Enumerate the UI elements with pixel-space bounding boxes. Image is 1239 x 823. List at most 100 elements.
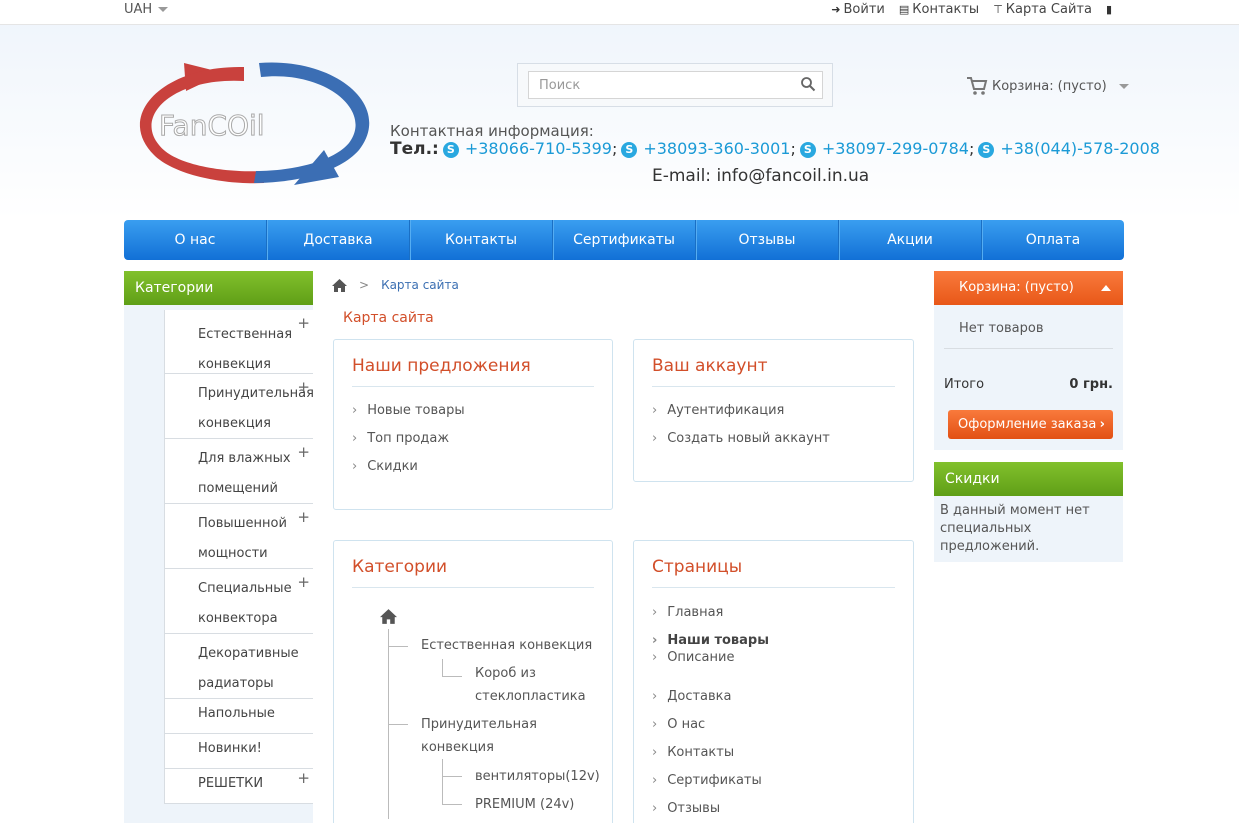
- sidebar-item-label: мощности: [198, 546, 268, 561]
- phone-number[interactable]: +38(044)-578-2008: [1000, 139, 1160, 158]
- pages-link[interactable]: › Наши товары: [652, 633, 769, 648]
- tree-item[interactable]: Принудительная: [421, 717, 537, 732]
- top-bar: UAH ➜ Войти ▤ Контакты ⊤ Карта Сайта ▮: [0, 0, 1239, 25]
- email-address[interactable]: info@fancoil.in.ua: [716, 166, 869, 186]
- pages-link[interactable]: › Сертификаты: [652, 773, 762, 788]
- expand-plus-icon[interactable]: +: [297, 443, 310, 461]
- nav-item-delivery[interactable]: Доставка: [267, 220, 410, 260]
- skype-icon: S: [442, 142, 459, 158]
- account-link[interactable]: › Аутентификация: [652, 403, 784, 418]
- site-logo[interactable]: FanCOil: [124, 55, 379, 195]
- bookmark-link[interactable]: ▮: [1106, 2, 1115, 17]
- home-icon[interactable]: [380, 609, 397, 624]
- nav-item-promotions[interactable]: Акции: [839, 220, 982, 260]
- login-link[interactable]: ➜ Войти: [831, 2, 885, 17]
- caret-down-icon: [158, 7, 169, 12]
- cart-icon: [967, 77, 988, 95]
- chevron-right-icon: ›: [352, 431, 358, 446]
- divider: [652, 386, 895, 387]
- top-links: ➜ Войти ▤ Контакты ⊤ Карта Сайта ▮: [831, 2, 1115, 17]
- chevron-right-icon: ›: [652, 801, 658, 816]
- expand-plus-icon[interactable]: +: [297, 378, 310, 396]
- breadcrumb: > Карта сайта: [332, 278, 459, 292]
- nav-item-certificates[interactable]: Сертификаты: [553, 220, 696, 260]
- tree-item[interactable]: PREMIUM (24v): [475, 797, 574, 812]
- sidebar-item[interactable]: РЕШЕТКИ +: [164, 769, 313, 804]
- expand-plus-icon[interactable]: +: [297, 769, 310, 787]
- tree-item[interactable]: Короб из: [475, 666, 536, 681]
- cart-empty-text: Нет товаров: [959, 321, 1044, 336]
- offers-link[interactable]: › Топ продаж: [352, 431, 449, 446]
- sidebar-item-label: конвектора: [198, 611, 278, 626]
- sidebar-item[interactable]: Естественная конвекция +: [164, 310, 313, 374]
- phone-number[interactable]: +38093-360-3001: [643, 139, 790, 158]
- currency-selector[interactable]: UAH: [124, 2, 169, 17]
- search-input[interactable]: Поиск: [528, 71, 823, 99]
- pages-link-label: Главная: [667, 605, 724, 620]
- pages-title: Страницы: [652, 557, 743, 577]
- header-cart[interactable]: Корзина: (пусто): [966, 76, 1129, 96]
- sidebar-item-label: радиаторы: [198, 676, 274, 691]
- collapse-arrow-icon[interactable]: [1101, 285, 1111, 291]
- skype-icon: S: [799, 142, 816, 158]
- pages-link-label: Отзывы: [667, 801, 721, 816]
- sidebar-item[interactable]: Напольные: [164, 699, 313, 734]
- nav-item-about[interactable]: О нас: [124, 220, 267, 260]
- logo-graphic: FanCOil: [139, 62, 370, 185]
- offers-link[interactable]: › Новые товары: [352, 403, 465, 418]
- sidebar-item[interactable]: Для влажных помещений +: [164, 439, 313, 504]
- chevron-right-icon: ›: [652, 633, 658, 648]
- sitemap-label: Карта Сайта: [1005, 2, 1092, 17]
- skype-icon: S: [978, 142, 995, 158]
- divider: [652, 587, 895, 588]
- contacts-link[interactable]: ▤ Контакты: [899, 2, 979, 17]
- sidebar-item-label: помещений: [198, 481, 278, 496]
- cart-block-header[interactable]: Корзина: (пусто): [934, 271, 1123, 305]
- offers-title: Наши предложения: [352, 356, 531, 376]
- tree-item[interactable]: вентиляторы(12v): [475, 769, 600, 784]
- account-link[interactable]: › Создать новый аккаунт: [652, 431, 830, 446]
- pages-link-label: Контакты: [667, 745, 735, 760]
- login-label: Войти: [843, 2, 885, 17]
- expand-plus-icon[interactable]: +: [297, 508, 310, 526]
- sidebar-item[interactable]: Принудительная конвекция +: [164, 374, 314, 439]
- offers-link[interactable]: › Скидки: [352, 459, 418, 474]
- sidebar-item-label: конвекция: [198, 416, 271, 431]
- home-icon[interactable]: [332, 278, 347, 292]
- sidebar-item[interactable]: Специальные конвектора +: [164, 569, 313, 634]
- pages-link[interactable]: › Описание: [652, 650, 734, 665]
- caret-down-icon: [1118, 83, 1129, 89]
- expand-plus-icon[interactable]: +: [297, 573, 310, 591]
- checkout-button[interactable]: Оформление заказа ›: [948, 410, 1113, 439]
- tree-line: [442, 759, 443, 804]
- sidebar-item-label: Специальные: [198, 581, 292, 596]
- phone-label: Тел.:: [390, 139, 439, 159]
- chevron-right-icon: ›: [652, 650, 658, 665]
- offers-link-label: Скидки: [367, 459, 418, 474]
- phone-number[interactable]: +38066-710-5399: [465, 139, 612, 158]
- nav-item-reviews[interactable]: Отзывы: [696, 220, 839, 260]
- sidebar-item[interactable]: Повышенной мощности +: [164, 504, 313, 569]
- tree-item[interactable]: Естественная конвекция: [421, 638, 592, 653]
- offers-box: Наши предложения › Новые товары › Топ прод…: [333, 339, 613, 510]
- pages-link[interactable]: › Отзывы: [652, 801, 720, 816]
- tree-line: [442, 659, 443, 677]
- nav-item-contacts[interactable]: Контакты: [410, 220, 553, 260]
- pages-link[interactable]: › Главная: [652, 605, 723, 620]
- account-box: Ваш аккаунт › Аутентификация › Создать нов…: [633, 339, 914, 482]
- header-cart-status: (пусто): [1057, 78, 1107, 94]
- sidebar-item[interactable]: Декоративные радиаторы: [164, 634, 313, 699]
- pages-link[interactable]: › Контакты: [652, 745, 734, 760]
- chevron-right-icon: ›: [652, 403, 658, 418]
- pages-link[interactable]: › Доставка: [652, 689, 731, 704]
- search-panel: Поиск: [517, 63, 833, 107]
- sidebar-item-label: Новинки!: [198, 741, 262, 756]
- search-icon[interactable]: [800, 76, 816, 92]
- phone-number[interactable]: +38097-299-0784: [822, 139, 969, 158]
- sidebar-item-label: Повышенной: [198, 516, 287, 531]
- sitemap-link[interactable]: ⊤ Карта Сайта: [993, 2, 1092, 17]
- nav-item-payment[interactable]: Оплата: [982, 220, 1124, 260]
- expand-plus-icon[interactable]: +: [297, 314, 310, 332]
- pages-link[interactable]: › О нас: [652, 717, 705, 732]
- sidebar-item[interactable]: Новинки!: [164, 734, 313, 769]
